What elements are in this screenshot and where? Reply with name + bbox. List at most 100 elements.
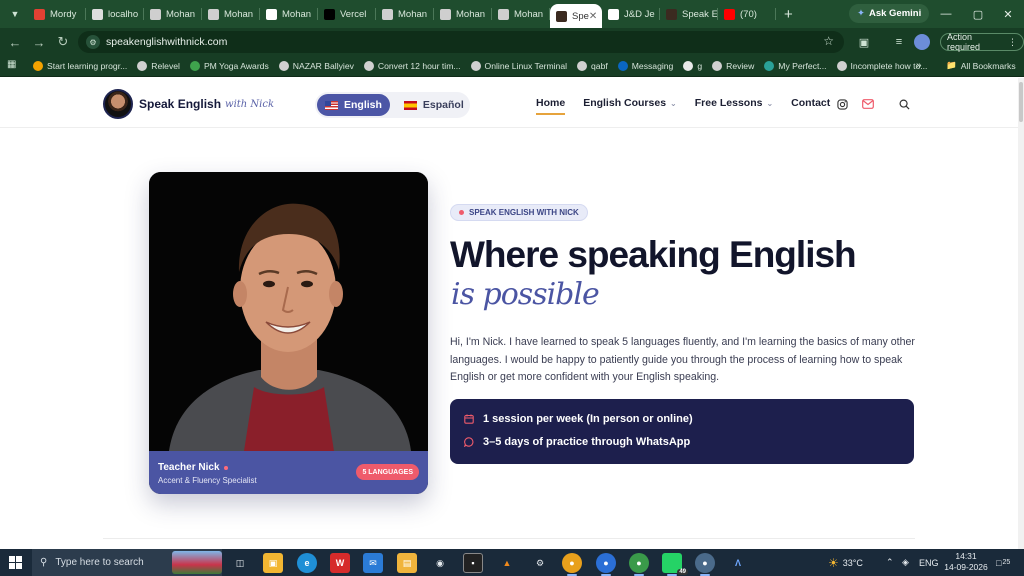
tray-overflow-icon[interactable]: ⌃	[886, 549, 894, 576]
nav-english-courses[interactable]: English Courses ⌄	[583, 97, 677, 109]
new-tab-button[interactable]: +	[784, 6, 793, 23]
bookmark-label: NAZAR Ballyiev	[292, 61, 354, 71]
browser-tab[interactable]: Mordy	[28, 3, 86, 25]
tab-favicon	[556, 10, 567, 22]
bookmark-item[interactable]: Convert 12 hour tim...	[363, 61, 461, 71]
task-view-icon[interactable]: ◫	[230, 553, 250, 573]
chevron-down-icon: ⌄	[670, 98, 677, 108]
bookmark-item[interactable]: My Perfect...	[764, 61, 827, 71]
tab-favicon	[266, 8, 277, 20]
network-icon[interactable]: ◈	[902, 549, 909, 576]
lang-spanish-button[interactable]: Español	[396, 94, 472, 116]
tab-search-icon[interactable]: ≡	[890, 33, 908, 51]
browser-tab[interactable]: Speak E	[660, 3, 718, 25]
minimize-button[interactable]: —	[930, 0, 962, 28]
settings-gear-icon[interactable]: ⚙	[530, 553, 550, 573]
instagram-icon[interactable]	[835, 97, 849, 111]
section-divider	[103, 538, 915, 539]
browser-tab[interactable]: Mohan	[434, 3, 492, 25]
tab-list: Mordy localho Mohan Mohan Mohan Vercel Mohan Mo…	[28, 0, 776, 28]
input-language[interactable]: ENG	[919, 549, 939, 576]
all-bookmarks-button[interactable]: 📁 All Bookmarks	[946, 60, 1016, 71]
tab-search-button[interactable]: ▼	[4, 3, 26, 25]
mail-app-icon[interactable]: ✉	[363, 553, 383, 573]
reload-button[interactable]: ↻	[51, 30, 75, 54]
browser-tab[interactable]: Mohan	[260, 3, 318, 25]
site-logo[interactable]: Speak English with Nick	[103, 89, 274, 119]
tab-title: Mordy	[50, 8, 77, 20]
chrome-icon[interactable]: ●	[562, 553, 582, 576]
taskbar-search[interactable]: ⚲ Type here to search	[32, 549, 222, 576]
bookmark-label: My Perfect...	[778, 61, 827, 71]
ask-gemini-button[interactable]: ✦ Ask Gemini	[849, 4, 930, 23]
apps-grid-icon[interactable]: ▦	[7, 59, 21, 73]
nav-contact[interactable]: Contact	[791, 97, 830, 109]
browser-tab-active[interactable]: Spe ✕	[550, 4, 602, 28]
site-info-icon[interactable]: ⚙	[86, 35, 100, 49]
edge-icon[interactable]: e	[297, 553, 317, 573]
chat-icon	[464, 437, 474, 447]
profile-avatar[interactable]	[914, 34, 930, 50]
browser-tab[interactable]: Vercel	[318, 3, 376, 25]
maximize-button[interactable]: ▢	[962, 0, 994, 28]
bookmark-label: Messaging	[631, 61, 674, 71]
wps-icon[interactable]: W	[330, 553, 350, 573]
browser-tab[interactable]: Mohan	[376, 3, 434, 25]
bookmark-star-icon[interactable]: ☆	[823, 34, 834, 48]
browser-tab[interactable]: Mohan	[144, 3, 202, 25]
bookmark-item[interactable]: Start learning progr...	[33, 61, 127, 71]
app-a-icon[interactable]: Λ	[728, 553, 748, 573]
notifications-button[interactable]: □ 25	[996, 549, 1010, 576]
scroll-thumb[interactable]	[1019, 82, 1023, 122]
taskbar-clock[interactable]: 14:31 14-09-2026	[944, 551, 988, 573]
tab-close-icon[interactable]: ✕	[589, 11, 597, 22]
page-scrollbar[interactable]	[1018, 78, 1024, 549]
back-button[interactable]: ←	[3, 30, 27, 54]
bookmark-item[interactable]: qabf	[577, 61, 608, 71]
more-bookmarks-icon[interactable]: »	[916, 60, 922, 71]
bookmark-item[interactable]: Relevel	[137, 61, 180, 71]
store-icon[interactable]: ▣	[263, 553, 283, 573]
mail-icon[interactable]	[861, 97, 875, 111]
folder-icon: 📁	[946, 60, 957, 70]
tab-favicon	[608, 8, 619, 20]
languages-badge: 5 LANGUAGES	[356, 464, 419, 480]
chrome-profile-icon[interactable]: ●	[596, 553, 616, 576]
nav-free-lessons[interactable]: Free Lessons ⌄	[695, 97, 773, 109]
whatsapp-icon[interactable]: 49	[662, 553, 688, 576]
windows-logo-icon	[8, 556, 22, 569]
forward-button[interactable]: →	[27, 30, 51, 54]
bookmark-item[interactable]: g	[683, 61, 702, 71]
address-bar[interactable]: ⚙ speakenglishwithnick.com ☆	[78, 31, 844, 53]
weather-widget[interactable]: ☀ 33°C	[828, 549, 863, 576]
nav-home[interactable]: Home	[536, 97, 566, 115]
chrome-active-icon[interactable]: ●	[695, 553, 715, 576]
status-dot	[223, 465, 228, 470]
lang-english-button[interactable]: English	[317, 94, 390, 116]
browser-tab[interactable]: J&D Je	[602, 3, 660, 25]
browser-tab[interactable]: Mohan	[202, 3, 260, 25]
browser-tab[interactable]: (70)	[718, 3, 776, 25]
browser-tab[interactable]: Mohan	[492, 3, 550, 25]
paint-icon[interactable]: ◉	[430, 553, 450, 573]
terminal-icon[interactable]: ▪	[463, 553, 483, 573]
vlc-icon[interactable]: ▲	[497, 553, 517, 573]
chrome-green-icon[interactable]: ●	[629, 553, 649, 576]
bookmark-item[interactable]: Review	[712, 61, 754, 71]
bookmark-item[interactable]: PM Yoga Awards	[189, 61, 269, 71]
close-window-button[interactable]: ✕	[992, 0, 1024, 28]
teacher-photo-card: Teacher Nick Accent & Fluency Specialist…	[149, 172, 428, 494]
bookmark-favicon	[712, 61, 723, 71]
search-icon[interactable]	[897, 97, 911, 111]
bookmark-item[interactable]: Incomplete how to...	[836, 61, 927, 71]
bookmark-item[interactable]: Online Linux Terminal	[470, 61, 567, 71]
action-required-button[interactable]: Action required ⋮	[940, 32, 1024, 52]
bookmark-item[interactable]: Messaging	[617, 61, 674, 71]
extensions-icon[interactable]: ▣	[855, 33, 873, 51]
bookmark-item[interactable]: NAZAR Ballyiev	[278, 61, 354, 71]
bookmark-favicon	[577, 61, 588, 71]
file-explorer-icon[interactable]: ▤	[397, 553, 417, 573]
browser-toolbar: ← → ↻ ⚙ speakenglishwithnick.com ☆ ▣ ≡ A…	[0, 28, 1024, 56]
browser-tab[interactable]: localho	[86, 3, 144, 25]
windows-start-button[interactable]	[0, 549, 30, 576]
